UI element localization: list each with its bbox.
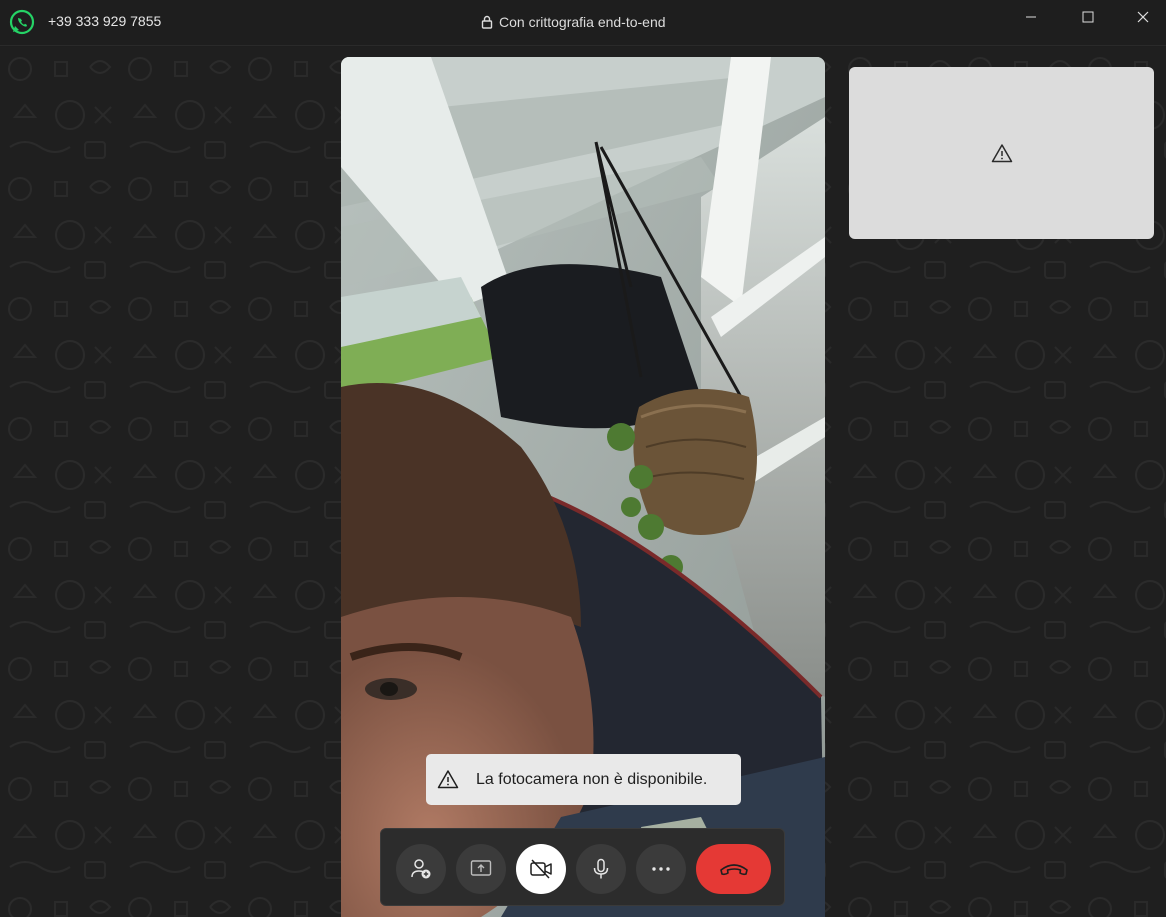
close-icon xyxy=(1137,11,1149,23)
camera-unavailable-toast: La fotocamera non è disponibile. xyxy=(426,754,741,805)
minimize-icon xyxy=(1026,16,1036,18)
microphone-button[interactable] xyxy=(576,844,626,894)
hang-up-icon xyxy=(719,864,748,876)
add-participant-button[interactable] xyxy=(396,844,446,894)
whatsapp-logo-icon xyxy=(9,9,35,35)
microphone-icon xyxy=(593,858,609,879)
maximize-button[interactable] xyxy=(1065,0,1111,34)
person-add-icon xyxy=(411,859,431,879)
warning-icon xyxy=(991,144,1012,163)
end-call-button[interactable] xyxy=(696,844,771,894)
camera-off-icon xyxy=(530,859,552,879)
share-screen-icon xyxy=(470,860,492,876)
more-icon xyxy=(652,867,670,871)
camera-toggle-button[interactable] xyxy=(516,844,566,894)
title-bar: +39 333 929 7855 Con crittografia end-to… xyxy=(0,0,1166,46)
more-options-button[interactable] xyxy=(636,844,686,894)
warning-icon xyxy=(437,770,459,789)
lock-icon xyxy=(481,15,493,29)
call-controls xyxy=(380,828,785,906)
self-view xyxy=(849,67,1154,239)
toast-message: La fotocamera non è disponibile. xyxy=(476,771,708,788)
close-button[interactable] xyxy=(1120,0,1166,34)
maximize-icon xyxy=(1082,11,1094,23)
encryption-status: Con crittografia end-to-end xyxy=(481,14,666,30)
encryption-text: Con crittografia end-to-end xyxy=(499,14,666,30)
share-screen-button[interactable] xyxy=(456,844,506,894)
caller-number: +39 333 929 7855 xyxy=(48,13,162,29)
minimize-button[interactable] xyxy=(1008,0,1054,34)
